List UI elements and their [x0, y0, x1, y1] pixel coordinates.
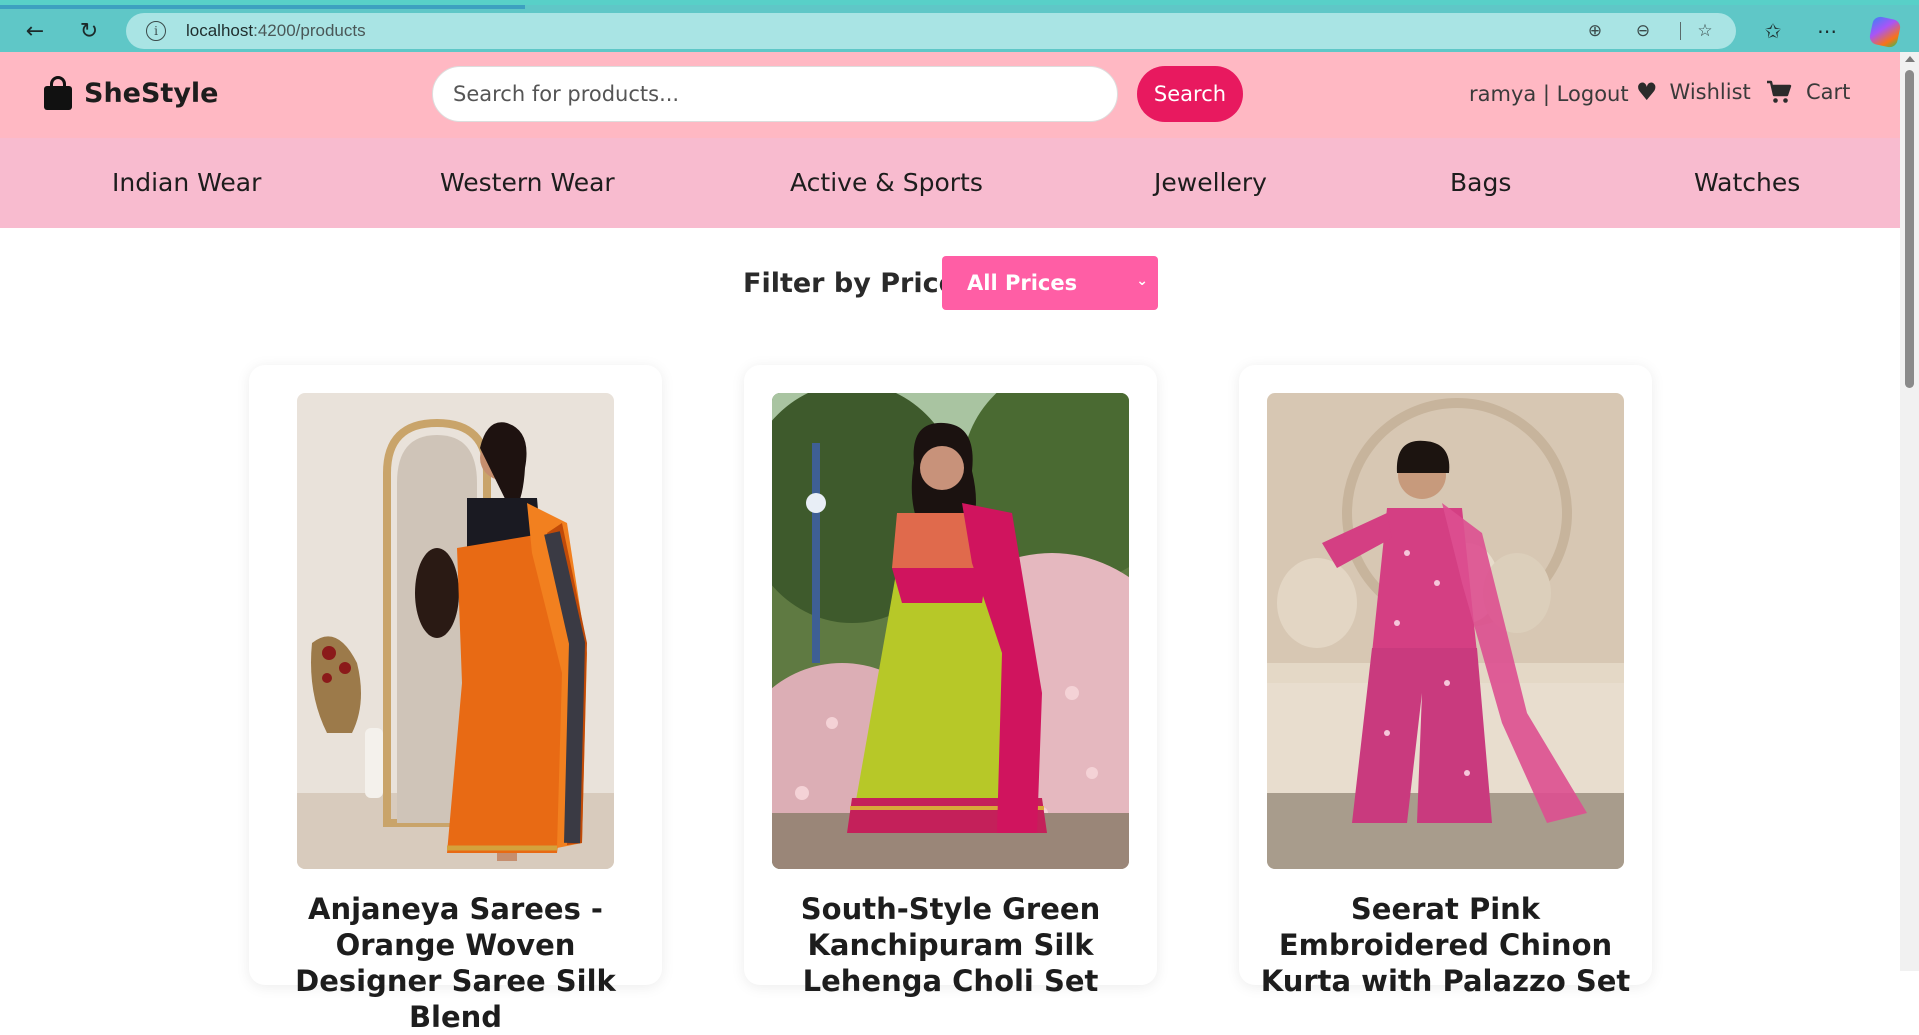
cart-label: Cart: [1806, 80, 1851, 104]
chevron-down-icon: ⌄: [1136, 273, 1148, 289]
shopping-bag-icon: [42, 76, 74, 110]
heart-icon: ♥: [1636, 78, 1658, 106]
more-icon[interactable]: ⊖: [1632, 20, 1654, 42]
address-bar[interactable]: i localhost:4200/products ⊕ ⊖ ☆: [126, 13, 1736, 49]
scroll-thumb[interactable]: [1905, 70, 1914, 388]
category-western-wear[interactable]: Western Wear: [440, 168, 615, 197]
category-indian-wear[interactable]: Indian Wear: [112, 168, 261, 197]
price-filter-select[interactable]: All Prices ⌄: [942, 256, 1158, 310]
wishlist-link[interactable]: ♥ Wishlist: [1636, 80, 1751, 104]
product-image[interactable]: [297, 393, 614, 869]
wishlist-label: Wishlist: [1669, 80, 1751, 104]
category-bags[interactable]: Bags: [1450, 168, 1511, 197]
category-active-sports[interactable]: Active & Sports: [790, 168, 983, 197]
category-nav: Indian Wear Western Wear Active & Sports…: [0, 138, 1900, 228]
scroll-up-icon[interactable]: [1905, 56, 1915, 62]
logo[interactable]: SheStyle: [42, 76, 219, 110]
user-logout-link[interactable]: ramya | Logout: [1469, 82, 1629, 106]
product-card[interactable]: Anjaneya Sarees - Orange Woven Designer …: [249, 365, 662, 1034]
search-button[interactable]: Search: [1137, 66, 1243, 122]
search-input[interactable]: [432, 66, 1118, 122]
product-title[interactable]: Seerat Pink Embroidered Chinon Kurta wit…: [1257, 891, 1634, 999]
menu-dots-icon[interactable]: ⋯: [1812, 17, 1842, 45]
product-card[interactable]: Seerat Pink Embroidered Chinon Kurta wit…: [1239, 365, 1652, 998]
product-image[interactable]: [772, 393, 1129, 869]
filter-selected-value: All Prices: [967, 271, 1078, 295]
logo-text: SheStyle: [84, 77, 219, 109]
product-card[interactable]: South-Style Green Kanchipuram Silk Lehen…: [744, 365, 1157, 998]
url-text[interactable]: localhost:4200/products: [186, 21, 366, 41]
page-scrollbar[interactable]: [1900, 52, 1919, 971]
zoom-icon[interactable]: ⊕: [1584, 20, 1606, 42]
reload-icon[interactable]: ↻: [73, 15, 105, 47]
product-title[interactable]: South-Style Green Kanchipuram Silk Lehen…: [762, 891, 1139, 999]
cart-icon: [1767, 80, 1792, 103]
favorite-star-icon[interactable]: ☆: [1694, 20, 1716, 42]
divider: [1680, 22, 1681, 40]
browser-toolbar: ← ↻ i localhost:4200/products ⊕ ⊖ ☆ ✩ ⋯: [0, 0, 1919, 52]
favorites-icon[interactable]: ✩: [1758, 17, 1788, 45]
product-title[interactable]: Anjaneya Sarees - Orange Woven Designer …: [267, 891, 644, 1035]
cart-link[interactable]: Cart: [1766, 80, 1850, 104]
app-header: SheStyle Search ramya | Logout ♥ Wishlis…: [0, 52, 1900, 138]
copilot-icon[interactable]: [1868, 15, 1902, 49]
back-icon[interactable]: ←: [19, 15, 51, 47]
category-jewellery[interactable]: Jewellery: [1154, 168, 1267, 197]
filter-label: Filter by Price:: [743, 268, 968, 299]
product-image[interactable]: [1267, 393, 1624, 869]
site-info-icon[interactable]: i: [146, 21, 166, 41]
loading-progress: [0, 5, 525, 9]
category-watches[interactable]: Watches: [1694, 168, 1800, 197]
